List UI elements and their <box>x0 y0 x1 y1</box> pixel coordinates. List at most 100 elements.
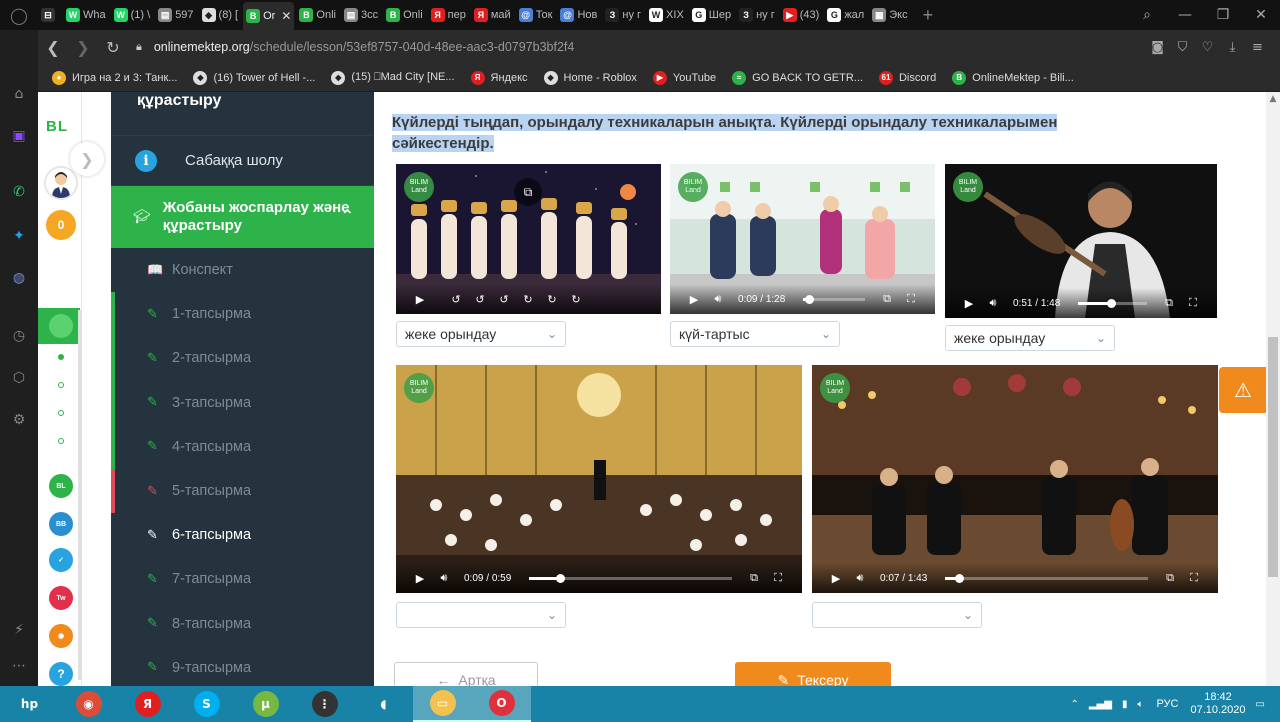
browser-tab[interactable]: B Or ✕ <box>243 2 295 30</box>
pip-icon[interactable]: ⧉ <box>742 571 766 585</box>
bilimland-app-icon[interactable]: BL <box>49 474 73 498</box>
technique-select-1[interactable]: жеке орындау ⌄ <box>396 321 566 347</box>
video-progress[interactable] <box>803 294 865 304</box>
mektep-app-icon[interactable]: ◉ <box>49 624 73 648</box>
video-player-5[interactable]: BILIM Land ▶ 🔊︎ 0:07 / 1:43 ⧉ ⛶ <box>812 365 1218 593</box>
bookmark-item[interactable]: ◆ (15) ⎕Mad City [NE... <box>331 70 455 85</box>
play-icon[interactable]: ▶ <box>824 572 848 585</box>
rail-dot[interactable] <box>58 438 64 444</box>
power-icon[interactable]: ▮ <box>1122 699 1128 710</box>
volume-icon[interactable]: 🔊︎ <box>432 571 456 585</box>
pip-icon[interactable]: ⧉ <box>514 178 542 206</box>
technique-select-5[interactable]: ⌄ <box>812 602 982 628</box>
more-icon[interactable]: ⋯ <box>9 656 29 676</box>
lesson-nav-item[interactable]: ✎ 5-тапсырма <box>111 468 374 514</box>
volume-icon[interactable]: 🔊︎ <box>981 296 1005 310</box>
bookmark-item[interactable]: B OnlineMektep - Bili... <box>952 70 1074 85</box>
video-player-3[interactable]: BILIM Land ▶ 🔊︎ 0:51 / 1:48 ⧉ ⛶ <box>945 164 1217 318</box>
nav-section-project[interactable]: 🎓︎ Жобаны жоспарлау және құрастыру ⌃ <box>111 186 374 248</box>
vpn-icon[interactable]: ⚡ <box>9 620 29 640</box>
cube-icon[interactable]: ⬡ <box>9 368 29 388</box>
twig-app-icon[interactable]: Tw <box>49 586 73 610</box>
reload-icon[interactable]: ↻ <box>98 38 128 57</box>
rail-dot[interactable] <box>58 410 64 416</box>
taskbar-app-chrome[interactable]: ◉ <box>59 686 118 722</box>
play-icon[interactable]: ▶ <box>682 293 706 306</box>
lesson-nav-item[interactable]: ✎ 9-тапсырма <box>111 646 374 686</box>
browser-tab[interactable]: B Onli <box>383 2 426 28</box>
bookmark-item[interactable]: Я Яндекс <box>470 70 528 85</box>
browser-tab[interactable]: ◆ (8) [ <box>199 2 242 28</box>
video-progress[interactable] <box>529 573 732 583</box>
restore-icon[interactable]: ❐ <box>1204 7 1242 23</box>
technique-select-3[interactable]: жеке орындау ⌄ <box>945 325 1115 351</box>
video-progress[interactable] <box>1078 298 1147 308</box>
test-app-icon[interactable]: ✓ <box>49 548 73 572</box>
volume-icon[interactable]: 🔊︎ <box>706 292 730 306</box>
lesson-overview-item[interactable]: i Сабаққа шолу <box>111 136 374 186</box>
lesson-nav-item[interactable]: ✎ 6-тапсырма <box>111 513 374 557</box>
technique-select-4[interactable]: ⌄ <box>396 602 566 628</box>
nav-top-title[interactable]: құрастыру <box>111 92 374 136</box>
taskbar-app-hp[interactable]: hp <box>0 686 59 722</box>
browser-tab[interactable]: G Шер <box>689 2 734 28</box>
bilimland-logo[interactable]: BL <box>46 118 68 135</box>
browser-tab[interactable]: B Onli <box>296 2 339 28</box>
speed-dial-icon[interactable]: ⌂ <box>9 84 29 104</box>
back-nav-icon[interactable]: ❮ <box>38 38 68 57</box>
menu-icon[interactable]: ≡ <box>1245 40 1270 55</box>
report-problem-button[interactable]: ⚠ <box>1219 367 1266 413</box>
lesson-nav-item[interactable]: ✎ 4-тапсырма <box>111 424 374 469</box>
bilimbook-app-icon[interactable]: BB <box>49 512 73 536</box>
rail-active-app[interactable] <box>38 308 80 344</box>
lesson-nav-item[interactable]: ✎ 2-тапсырма <box>111 336 374 381</box>
rail-dot[interactable] <box>58 354 64 360</box>
network-icon[interactable]: ▂▄▆ <box>1089 699 1112 710</box>
lesson-nav-item[interactable]: ✎ 7-тапсырма <box>111 557 374 601</box>
chevron-up-icon[interactable]: ⌃ <box>341 206 354 225</box>
history-icon[interactable]: ◷ <box>9 326 29 346</box>
taskbar-app-opera[interactable]: O <box>472 686 531 722</box>
technique-select-2[interactable]: күй-тартыс ⌄ <box>670 321 840 347</box>
browser-tab[interactable]: ⊟ <box>38 2 61 28</box>
scroll-thumb[interactable] <box>1268 337 1278 577</box>
browser-tab[interactable]: @ Нов <box>557 2 600 28</box>
tray-expand-icon[interactable]: ⌃ <box>1070 699 1078 710</box>
browser-tab[interactable]: W XIX <box>646 2 687 28</box>
language-indicator[interactable]: РУС <box>1156 698 1178 710</box>
taskbar-app-traffic[interactable]: ⋮ <box>295 686 354 722</box>
browser-tab[interactable]: ▶ (43) <box>780 2 823 28</box>
browser-tab[interactable]: W (1) \ <box>111 2 154 28</box>
taskbar-app-skype[interactable]: S <box>177 686 236 722</box>
volume-icon[interactable]: 🔈︎ <box>1137 699 1143 710</box>
taskbar-app-explorer[interactable]: ▭ <box>413 686 472 722</box>
fullscreen-icon[interactable]: ⛶ <box>1182 571 1206 585</box>
check-button[interactable]: ✎ Тексеру <box>735 662 891 686</box>
discord-icon[interactable]: ◍ <box>9 268 29 288</box>
pip-icon[interactable]: ⧉ <box>1157 296 1181 310</box>
fullscreen-icon[interactable]: ⛶ <box>766 571 790 585</box>
page-scrollbar[interactable]: ▲ <box>1266 92 1280 686</box>
fullscreen-icon[interactable]: ⛶ <box>899 292 923 306</box>
opera-menu-icon[interactable]: ◯ <box>0 0 38 30</box>
browser-tab[interactable]: Зну г <box>736 2 778 28</box>
rail-dot[interactable] <box>58 382 64 388</box>
twitch-icon[interactable]: ▣ <box>9 126 29 146</box>
browser-tab[interactable]: ▦ Экс <box>869 2 910 28</box>
bookmark-item[interactable]: ▶ YouTube <box>652 70 716 85</box>
new-tab-icon[interactable]: + <box>923 5 934 26</box>
video-player-1[interactable]: BILIM Land ⧉ ▶ ↺ ↺ ↺ ↻ ↻ ↻ <box>396 164 661 314</box>
browser-tab[interactable]: ▤ 597 <box>155 2 196 28</box>
settings-icon[interactable]: ⚙ <box>9 410 29 430</box>
minimize-icon[interactable]: — <box>1166 7 1204 23</box>
fullscreen-icon[interactable]: ⛶ <box>1181 296 1205 310</box>
forward-icon[interactable]: ↻ <box>564 293 588 306</box>
scroll-up-icon[interactable]: ▲ <box>1266 94 1280 104</box>
twitter-icon[interactable]: ✦ <box>9 226 29 246</box>
pip-icon[interactable]: ⧉ <box>875 292 899 306</box>
whatsapp-icon[interactable]: ✆ <box>9 182 29 202</box>
rail-scrollbar[interactable] <box>78 310 82 680</box>
pip-icon[interactable]: ⧉ <box>1158 571 1182 585</box>
bookmark-item[interactable]: ◆ Home - Roblox <box>543 70 637 85</box>
browser-tab[interactable]: Ямай <box>471 2 514 28</box>
